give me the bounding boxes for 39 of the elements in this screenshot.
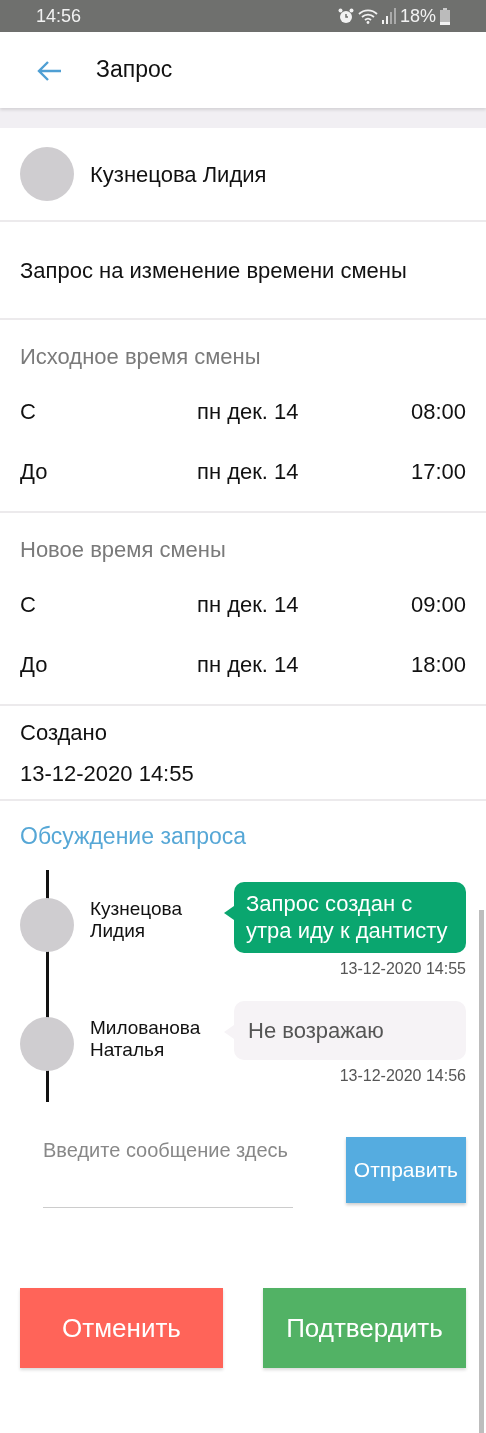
row-label: С bbox=[20, 397, 37, 426]
battery-percent: 18% bbox=[399, 4, 436, 28]
discussion-heading: Обсуждение запроса bbox=[20, 822, 248, 851]
wifi-icon bbox=[357, 8, 378, 24]
avatar bbox=[20, 897, 74, 952]
confirm-button[interactable]: Подтвердить bbox=[263, 1288, 466, 1368]
request-title: Запрос на изменение времени смены bbox=[20, 256, 407, 285]
shift-date: пн дек. 14 bbox=[197, 457, 300, 486]
section-heading: Новое время смены bbox=[20, 536, 227, 564]
cancel-button[interactable]: Отменить bbox=[20, 1288, 223, 1368]
shift-time: 09:00 bbox=[410, 590, 466, 619]
clock-time: 14:56 bbox=[36, 4, 82, 28]
avatar bbox=[20, 1016, 74, 1071]
page-title: Запрос bbox=[96, 56, 173, 84]
bubble-tail bbox=[224, 905, 234, 920]
avatar bbox=[20, 147, 74, 201]
row-label: До bbox=[20, 650, 49, 679]
author-name: Кузнецова Лидия bbox=[90, 897, 184, 944]
alarm-icon bbox=[337, 8, 354, 24]
created-label: Создано bbox=[20, 718, 108, 747]
user-name: Кузнецова Лидия bbox=[90, 160, 267, 189]
created-date: 13-12-2020 14:55 bbox=[20, 759, 195, 788]
author-name: Милованова Наталья bbox=[90, 1016, 202, 1063]
row-label: До bbox=[20, 457, 49, 486]
signal-icon bbox=[381, 8, 396, 24]
message-timestamp: 13-12-2020 14:55 bbox=[338, 958, 466, 979]
shift-time: 08:00 bbox=[410, 397, 466, 426]
shift-time: 17:00 bbox=[410, 457, 466, 486]
battery-icon bbox=[440, 7, 450, 25]
shift-time: 18:00 bbox=[410, 650, 466, 679]
send-button[interactable]: Отправить bbox=[345, 1137, 466, 1203]
shift-date: пн дек. 14 bbox=[197, 397, 300, 426]
row-label: С bbox=[20, 590, 37, 619]
back-button[interactable] bbox=[36, 58, 62, 82]
shift-date: пн дек. 14 bbox=[197, 650, 300, 679]
message-timestamp: 13-12-2020 14:56 bbox=[338, 1066, 466, 1086]
back-arrow-icon bbox=[36, 59, 62, 82]
section-heading: Исходное время смены bbox=[20, 343, 262, 371]
shift-date: пн дек. 14 bbox=[197, 590, 300, 619]
